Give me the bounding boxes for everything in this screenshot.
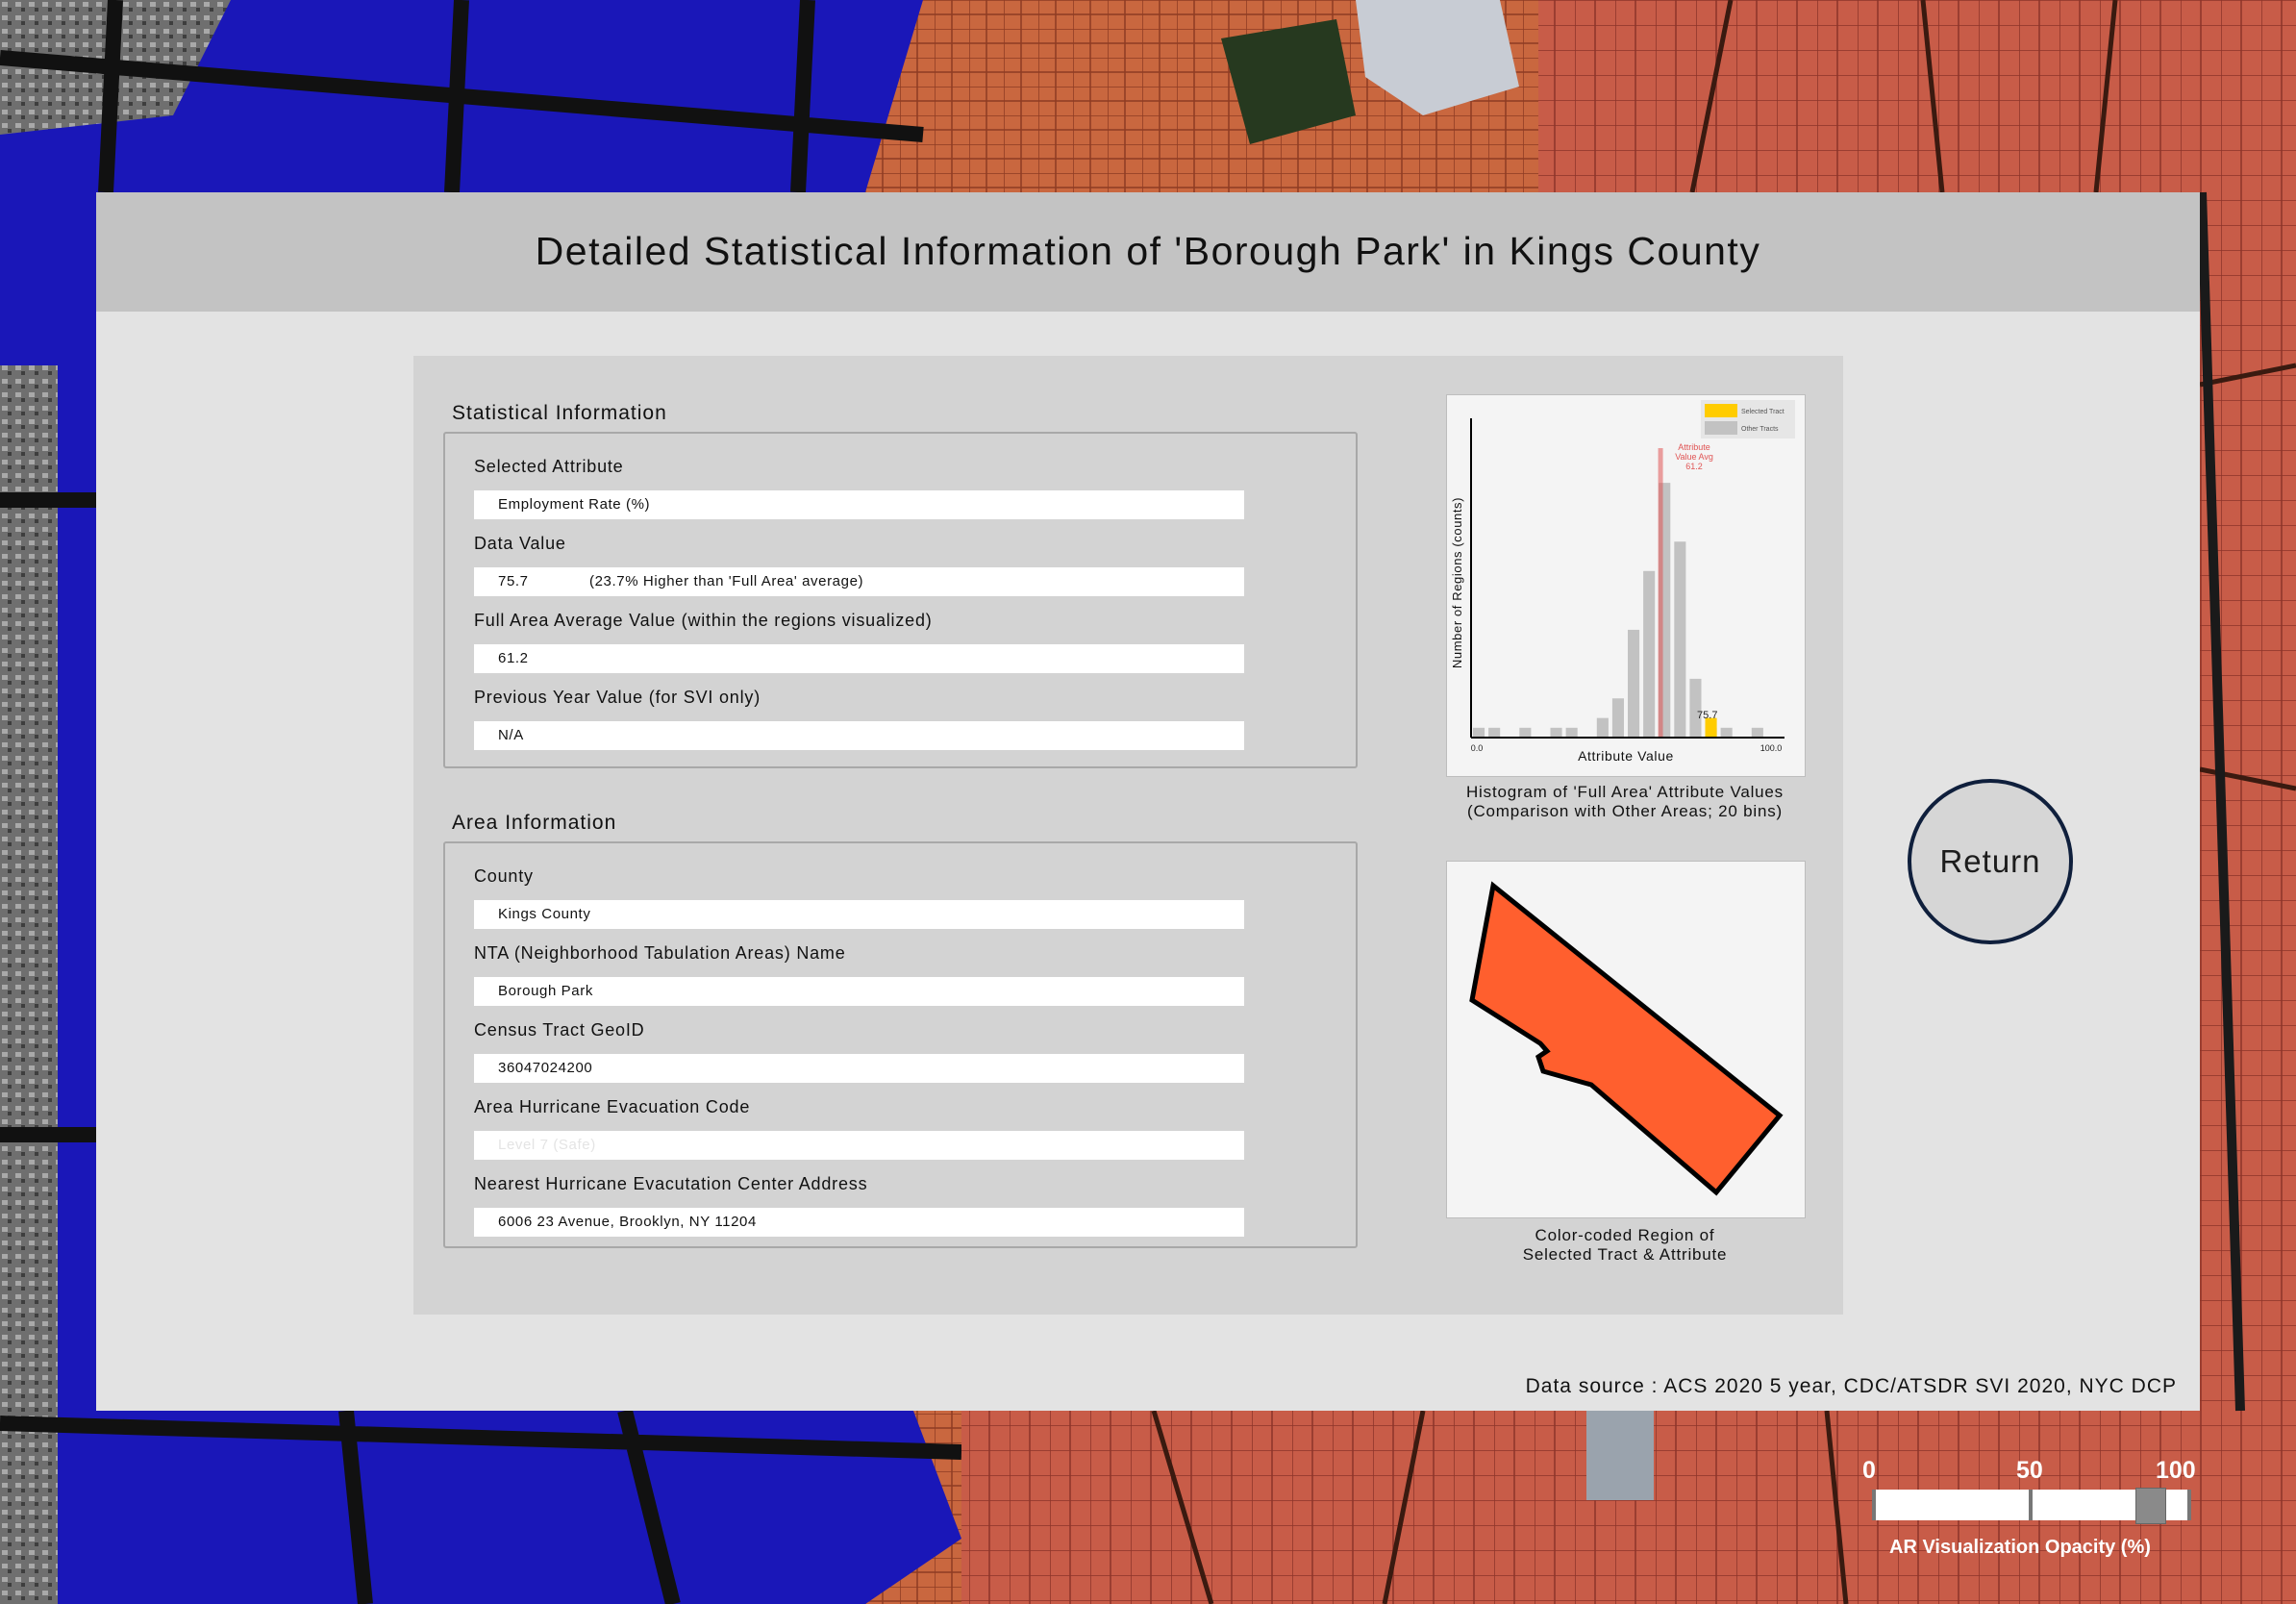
opacity-tick-0: 0 — [1862, 1457, 1876, 1484]
average-annotation-line: Value Avg — [1675, 452, 1713, 462]
opacity-slider-mark-0 — [1872, 1490, 1876, 1520]
county-label: County — [474, 866, 534, 886]
legend-swatch-selected — [1705, 404, 1737, 417]
histogram-caption-line2: (Comparison with Other Areas; 20 bins) — [1466, 802, 1784, 820]
region-caption-line1: Color-coded Region of — [1535, 1226, 1715, 1244]
return-button[interactable]: Return — [1908, 779, 2073, 944]
x-axis-label: Attribute Value — [1578, 748, 1674, 764]
histogram-bar-other — [1519, 727, 1532, 738]
evacuation-center-value: 6006 23 Avenue, Brooklyn, NY 11204 — [498, 1214, 757, 1230]
area-info-group: County Kings County NTA (Neighborhood Ta… — [443, 841, 1358, 1248]
nta-name-field: Borough Park — [474, 977, 1244, 1006]
histogram-caption: Histogram of 'Full Area' Attribute Value… — [1408, 783, 1842, 821]
evacuation-code-field: Level 7 (Safe) — [474, 1131, 1244, 1160]
average-annotation-line: 61.2 — [1685, 462, 1703, 471]
evacuation-code-value: Level 7 (Safe) — [498, 1137, 596, 1153]
evacuation-center-label: Nearest Hurricane Evacutation Center Add… — [474, 1174, 868, 1193]
selected-tract-shape — [1469, 881, 1784, 1196]
histogram-bar-other — [1473, 727, 1485, 738]
area-info-heading: Area Information — [452, 812, 617, 834]
opacity-tick-100: 100 — [2156, 1457, 2196, 1484]
data-value-comparison: (23.7% Higher than 'Full Area' average) — [589, 573, 864, 589]
county-value: Kings County — [498, 906, 591, 922]
nta-name-label: NTA (Neighborhood Tabulation Areas) Name — [474, 943, 846, 963]
histogram-bar-other — [1565, 727, 1578, 738]
histogram-caption-line1: Histogram of 'Full Area' Attribute Value… — [1465, 783, 1784, 801]
selected-value-label: 75.7 — [1697, 710, 1717, 721]
region-caption-line2: Selected Tract & Attribute — [1522, 1245, 1728, 1264]
previous-year-value: N/A — [498, 727, 524, 743]
evacuation-code-label: Area Hurricane Evacuation Code — [474, 1097, 751, 1116]
previous-year-field: N/A — [474, 721, 1244, 750]
census-tract-field: 36047024200 — [474, 1054, 1244, 1083]
histogram-bar-other — [1488, 727, 1501, 738]
histogram-figure: Attribute Value Avg 61.2 75.7 0.0 100.0 Attrib… — [1446, 394, 1806, 777]
histogram-bar-other — [1550, 727, 1562, 738]
selected-attribute-label: Selected Attribute — [474, 457, 624, 476]
detail-panel: Detailed Statistical Information of 'Bor… — [96, 192, 2200, 1411]
full-area-average-value: 61.2 — [498, 650, 529, 666]
histogram-bar-other — [1643, 570, 1656, 738]
full-area-average-label: Full Area Average Value (within the regi… — [474, 611, 933, 630]
histogram-bar-other — [1751, 727, 1763, 738]
histogram-bar-other — [1611, 698, 1624, 738]
panel-title: Detailed Statistical Information of 'Bor… — [535, 229, 1761, 273]
histogram-bar-other — [1720, 727, 1733, 738]
evacuation-center-field: 6006 23 Avenue, Brooklyn, NY 11204 — [474, 1208, 1244, 1237]
panel-header: Detailed Statistical Information of 'Bor… — [96, 192, 2200, 312]
data-value-value: 75.7 — [498, 573, 529, 589]
opacity-slider-mark-100 — [2187, 1490, 2191, 1520]
data-value-label: Data Value — [474, 534, 566, 553]
histogram-bar-other — [1596, 717, 1609, 738]
y-axis-label: Number of Regions (counts) — [1450, 497, 1464, 668]
county-field: Kings County — [474, 900, 1244, 929]
data-source-text: Data source : ACS 2020 5 year, CDC/ATSDR… — [1525, 1375, 2177, 1397]
average-annotation-line: Attribute — [1678, 442, 1710, 452]
average-line — [1658, 448, 1663, 738]
histogram-bar-other — [1689, 678, 1702, 738]
census-tract-value: 36047024200 — [498, 1060, 593, 1076]
legend-swatch-other — [1705, 421, 1737, 435]
opacity-slider-mark-50 — [2029, 1490, 2033, 1520]
legend-label-selected: Selected Tract — [1741, 409, 1784, 415]
x-tick-label-max: 100.0 — [1760, 743, 1783, 753]
previous-year-label: Previous Year Value (for SVI only) — [474, 688, 761, 707]
selected-attribute-value: Employment Rate (%) — [498, 496, 651, 513]
legend-label-other: Other Tracts — [1741, 426, 1779, 433]
histogram-bar-other — [1628, 629, 1640, 738]
content-area: Statistical Information Selected Attribu… — [413, 356, 1843, 1315]
region-caption: Color-coded Region of Selected Tract & A… — [1408, 1226, 1842, 1265]
selected-attribute-field: Employment Rate (%) — [474, 490, 1244, 519]
histogram-bar-other — [1674, 541, 1686, 738]
region-map — [1469, 881, 1784, 1196]
full-area-average-field: 61.2 — [474, 644, 1244, 673]
census-tract-label: Census Tract GeoID — [474, 1020, 645, 1040]
nta-name-value: Borough Park — [498, 983, 593, 999]
region-figure — [1446, 861, 1806, 1218]
opacity-slider-thumb[interactable] — [2134, 1488, 2166, 1524]
opacity-tick-50: 50 — [2016, 1457, 2043, 1484]
x-tick-label-min: 0.0 — [1471, 743, 1484, 753]
statistical-info-heading: Statistical Information — [452, 402, 667, 424]
statistical-info-group: Selected Attribute Employment Rate (%) D… — [443, 432, 1358, 768]
return-button-label: Return — [1939, 843, 2041, 879]
data-value-field: 75.7 (23.7% Higher than 'Full Area' aver… — [474, 567, 1244, 596]
histogram-chart: AttributeValue Avg61.2 75.7 0.0 100.0 Attrib… — [1450, 400, 1795, 764]
opacity-slider-label: AR Visualization Opacity (%) — [1889, 1537, 2151, 1558]
